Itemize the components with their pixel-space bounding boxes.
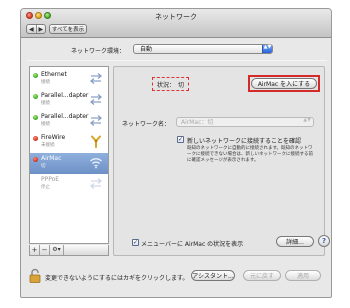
lock-message: 変更できないようにするにはカギをクリックします。 — [45, 275, 189, 282]
network-preferences-window: ネットワーク ◀ ▶ すべてを表示 ネットワーク環境： 自動 ▲▼ Ethern… — [20, 8, 332, 298]
service-status: 未接続 — [41, 143, 55, 148]
show-all-button[interactable]: すべてを表示 — [49, 24, 87, 34]
service-list-toolbar: + − ⚙▾ — [29, 245, 109, 256]
service-name: Parallel...dapter — [41, 92, 89, 99]
ethernet-arrows-icon — [89, 94, 103, 105]
service-item-firewire[interactable]: FireWire 未接続 — [30, 132, 108, 153]
service-item-pppoe[interactable]: PPPoE 停止 — [30, 174, 108, 195]
ask-to-join-description: 既知のネットワークに自動的に接続されます。既知のネットワークに接続できない場合は… — [187, 146, 313, 163]
ethernet-arrows-icon — [89, 115, 103, 126]
firewire-icon — [91, 135, 101, 148]
service-name: PPPoE — [41, 176, 60, 183]
service-status: 接続 — [41, 80, 50, 85]
status-dot-off — [33, 157, 38, 162]
status-label: 状況： — [157, 81, 176, 89]
service-status: 接続 — [41, 122, 50, 127]
lock-icon[interactable] — [29, 268, 41, 283]
remove-service-button[interactable]: − — [40, 245, 50, 255]
network-name-label: ネットワーク名： — [122, 121, 171, 128]
network-name-popup[interactable]: AirMac：切 ▲▼ — [176, 117, 314, 127]
service-item-parallels-2[interactable]: Parallel...dapter 接続 — [30, 111, 108, 132]
service-name: Ethernet — [41, 71, 67, 78]
service-status: 切 — [41, 164, 46, 169]
status-value: 切 — [178, 81, 185, 89]
popup-arrows-icon: ▲▼ — [262, 45, 272, 53]
turn-airmac-on-button[interactable]: AirMac を入にする — [251, 78, 317, 89]
show-in-menu-bar-checkbox[interactable]: ✓ — [132, 239, 139, 246]
help-button[interactable]: ? — [318, 235, 330, 247]
service-status: 停止 — [41, 185, 50, 190]
status-dot-disconnected — [33, 136, 38, 141]
ethernet-arrows-icon — [89, 178, 103, 189]
assistant-button[interactable]: アシスタント... — [191, 270, 235, 281]
status-indicator: 状況： 切 — [152, 77, 190, 91]
service-name: Parallel...dapter — [41, 113, 89, 120]
airmac-wifi-icon — [90, 158, 102, 169]
apply-button[interactable]: 適用 — [285, 270, 321, 281]
popup-arrows-icon: ▲▼ — [303, 117, 311, 123]
service-item-ethernet[interactable]: Ethernet 接続 — [30, 69, 108, 90]
ethernet-arrows-icon — [89, 73, 103, 84]
action-menu-button[interactable]: ⚙▾ — [50, 245, 64, 255]
service-list: Ethernet 接続 Parallel...dapter 接続 Paralle… — [29, 66, 109, 244]
ask-to-join-label: 新しいネットワークに接続することを確認 — [187, 138, 302, 145]
service-name: FireWire — [41, 134, 66, 141]
back-button[interactable]: ◀ — [27, 25, 36, 33]
forward-button[interactable]: ▶ — [35, 25, 46, 33]
advanced-button[interactable]: 詳細... — [276, 236, 314, 247]
service-status: 接続 — [41, 101, 50, 106]
revert-button[interactable]: 元に戻す — [243, 270, 281, 281]
service-detail-panel: 状況： 切 AirMac を入にする ネットワーク名： AirMac：切 ▲▼ … — [113, 66, 330, 256]
service-item-airmac[interactable]: AirMac 切 — [30, 153, 108, 174]
back-forward-control: ◀ ▶ — [26, 24, 46, 34]
title-bar: ネットワーク ◀ ▶ すべてを表示 — [21, 9, 331, 38]
show-in-menu-bar-label: メニューバーに AirMac の状況を表示 — [141, 241, 244, 248]
service-item-parallels-1[interactable]: Parallel...dapter 接続 — [30, 90, 108, 111]
network-name-value: AirMac：切 — [181, 119, 214, 126]
service-name: AirMac — [41, 155, 62, 162]
status-dot-connected — [33, 73, 38, 78]
location-popup[interactable]: 自動 ▲▼ — [133, 44, 273, 54]
window-title: ネットワーク — [155, 13, 197, 21]
airmac-on-highlight: AirMac を入にする — [248, 75, 320, 92]
location-label: ネットワーク環境： — [71, 48, 126, 55]
location-value: 自動 — [140, 46, 153, 53]
ask-to-join-checkbox[interactable]: ✓ — [177, 136, 184, 143]
divider — [27, 60, 327, 61]
status-dot-connected — [33, 115, 38, 120]
add-service-button[interactable]: + — [30, 245, 40, 255]
status-dot-connected — [33, 94, 38, 99]
